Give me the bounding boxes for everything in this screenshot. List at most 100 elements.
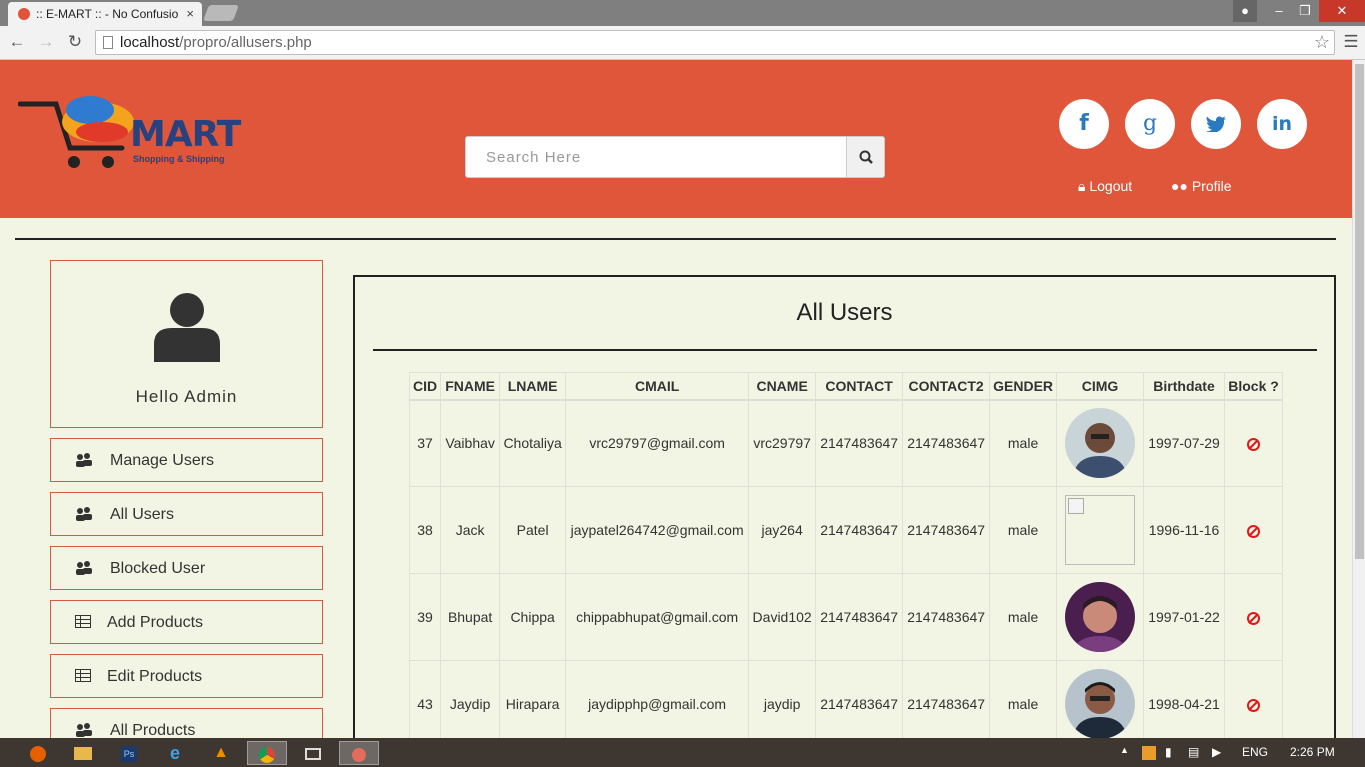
cell-gender: male <box>989 399 1058 487</box>
sidebar-item-label: All Users <box>110 506 175 523</box>
divider <box>15 238 1336 240</box>
cell-fname: Bhupat <box>440 573 501 661</box>
cell-fname: Jaydip <box>440 660 501 748</box>
google-plus-icon[interactable]: g <box>1125 99 1175 149</box>
sidebar-item-all-users[interactable]: All Users <box>50 492 323 536</box>
cell-cimg <box>1056 486 1145 574</box>
search-icon <box>859 150 873 164</box>
restore-button[interactable]: ❐ <box>1292 0 1318 22</box>
explorer-icon[interactable] <box>63 741 103 765</box>
users-icon <box>75 561 93 580</box>
paint-icon[interactable] <box>339 741 379 765</box>
cell-block <box>1224 660 1284 748</box>
user-photo <box>1065 408 1136 479</box>
address-bar[interactable]: localhost/propro/allusers.php ☆ <box>95 30 1335 55</box>
cell-cname: jaydip <box>748 660 817 748</box>
column-header: GENDER <box>989 372 1058 401</box>
cell-cname: vrc29797 <box>748 399 817 487</box>
browser-toolbar: ← → ↻ localhost/propro/allusers.php ☆ ☰ <box>0 26 1365 60</box>
cell-cid: 39 <box>408 573 442 661</box>
browser-tabstrip: :: E-MART :: - No Confusio × ● – ❐ ✕ <box>0 0 1365 26</box>
cell-block <box>1224 486 1284 574</box>
chrome-icon[interactable] <box>247 741 287 765</box>
cell-fname: Jack <box>440 486 501 574</box>
column-header: Birthdate <box>1143 372 1226 401</box>
search-input[interactable]: Search Here <box>465 136 847 178</box>
power-icon[interactable]: ▮ <box>1165 745 1172 759</box>
table-icon <box>75 615 91 633</box>
cell-cmail: jaydipphp@gmail.com <box>565 660 750 748</box>
facebook-icon[interactable]: f <box>1059 99 1109 149</box>
column-header: CIMG <box>1056 372 1145 401</box>
user-icon[interactable]: ● <box>1233 0 1257 22</box>
cell-cmail: chippabhupat@gmail.com <box>565 573 750 661</box>
linkedin-icon[interactable]: in <box>1257 99 1307 149</box>
table-icon <box>75 669 91 687</box>
scrollbar-thumb[interactable] <box>1355 64 1364 559</box>
cell-contact: 2147483647 <box>815 573 904 661</box>
photoshop-icon[interactable]: Ps <box>109 741 149 765</box>
language-indicator[interactable]: ENG <box>1242 745 1268 759</box>
sidebar-item-add-products[interactable]: Add Products <box>50 600 323 644</box>
menu-icon[interactable]: ☰ <box>1340 31 1362 53</box>
forward-arrow-icon[interactable]: → <box>35 31 57 53</box>
user-photo <box>1065 669 1136 739</box>
cell-gender: male <box>989 486 1058 574</box>
cell-contact: 2147483647 <box>815 660 904 748</box>
all-users-panel: All Users CID FNAME LNAME CMAIL CNAME CO… <box>353 275 1336 748</box>
new-tab-button[interactable] <box>203 5 239 21</box>
sidebar-item-blocked-user[interactable]: Blocked User <box>50 546 323 590</box>
site-header: MART Shopping & Shipping Search Here f g… <box>0 60 1352 218</box>
close-window-button[interactable]: ✕ <box>1319 0 1365 22</box>
favicon-icon <box>18 8 30 20</box>
block-icon[interactable] <box>1247 611 1261 625</box>
greeting-text: Hello Admin <box>135 387 238 406</box>
bookmark-star-icon[interactable]: ☆ <box>1314 32 1330 53</box>
table-row: 38 Jack Patel jaypatel264742@gmail.com j… <box>408 486 1284 574</box>
block-icon[interactable] <box>1247 698 1261 712</box>
cell-contact2: 2147483647 <box>902 486 991 574</box>
volume-icon[interactable]: ▶ <box>1212 745 1221 759</box>
tray-app-icon[interactable] <box>1142 746 1156 760</box>
network-icon[interactable]: ▤ <box>1188 745 1199 759</box>
page-scrollbar[interactable] <box>1352 60 1365 738</box>
block-icon[interactable] <box>1247 438 1261 452</box>
sidebar-item-label: Edit Products <box>107 668 203 685</box>
table-header-row: CID FNAME LNAME CMAIL CNAME CONTACT CONT… <box>408 372 1284 401</box>
table-row: 39 Bhupat Chippa chippabhupat@gmail.com … <box>408 573 1284 661</box>
firefox-icon[interactable] <box>18 741 58 765</box>
twitter-icon[interactable] <box>1191 99 1241 149</box>
admin-card: Hello Admin <box>50 260 323 428</box>
search-button[interactable] <box>846 136 885 178</box>
browser-tab[interactable]: :: E-MART :: - No Confusio × <box>8 2 202 26</box>
cell-lname: Chippa <box>499 573 567 661</box>
vlc-icon[interactable]: ▲ <box>201 741 241 765</box>
sidebar-item-label: Add Products <box>107 614 204 631</box>
minimize-button[interactable]: – <box>1266 0 1292 22</box>
sidebar-item-manage-users[interactable]: Manage Users <box>50 438 323 482</box>
logout-link[interactable]: 🔒︎ Logout <box>1078 178 1132 195</box>
url-host: localhost <box>120 34 180 51</box>
profile-link[interactable]: ●● Profile <box>1171 178 1232 194</box>
sidebar-item-all-products[interactable]: All Products <box>50 708 323 739</box>
clock[interactable]: 2:26 PM <box>1290 745 1335 759</box>
block-icon[interactable] <box>1247 524 1261 538</box>
reload-icon[interactable]: ↻ <box>64 31 86 53</box>
broken-image-icon <box>1065 495 1136 565</box>
divider <box>373 349 1317 351</box>
tray-expand-icon[interactable]: ▲ <box>1120 745 1129 755</box>
sidebar-item-edit-products[interactable]: Edit Products <box>50 654 323 698</box>
page-title: All Users <box>796 299 893 326</box>
column-header: Block ? <box>1224 372 1284 401</box>
window-icon[interactable] <box>293 741 333 765</box>
sidebar-item-label: Blocked User <box>110 560 206 577</box>
close-tab-icon[interactable]: × <box>186 6 194 21</box>
search-placeholder: Search Here <box>486 149 582 166</box>
cell-birthdate: 1997-07-29 <box>1143 399 1226 487</box>
emart-logo[interactable]: MART Shopping & Shipping <box>18 88 248 173</box>
internet-explorer-icon[interactable]: e <box>155 741 195 765</box>
column-header: CONTACT <box>815 372 904 401</box>
logo-tagline: Shopping & Shipping <box>133 154 225 164</box>
cell-gender: male <box>989 573 1058 661</box>
back-arrow-icon[interactable]: ← <box>6 31 28 53</box>
